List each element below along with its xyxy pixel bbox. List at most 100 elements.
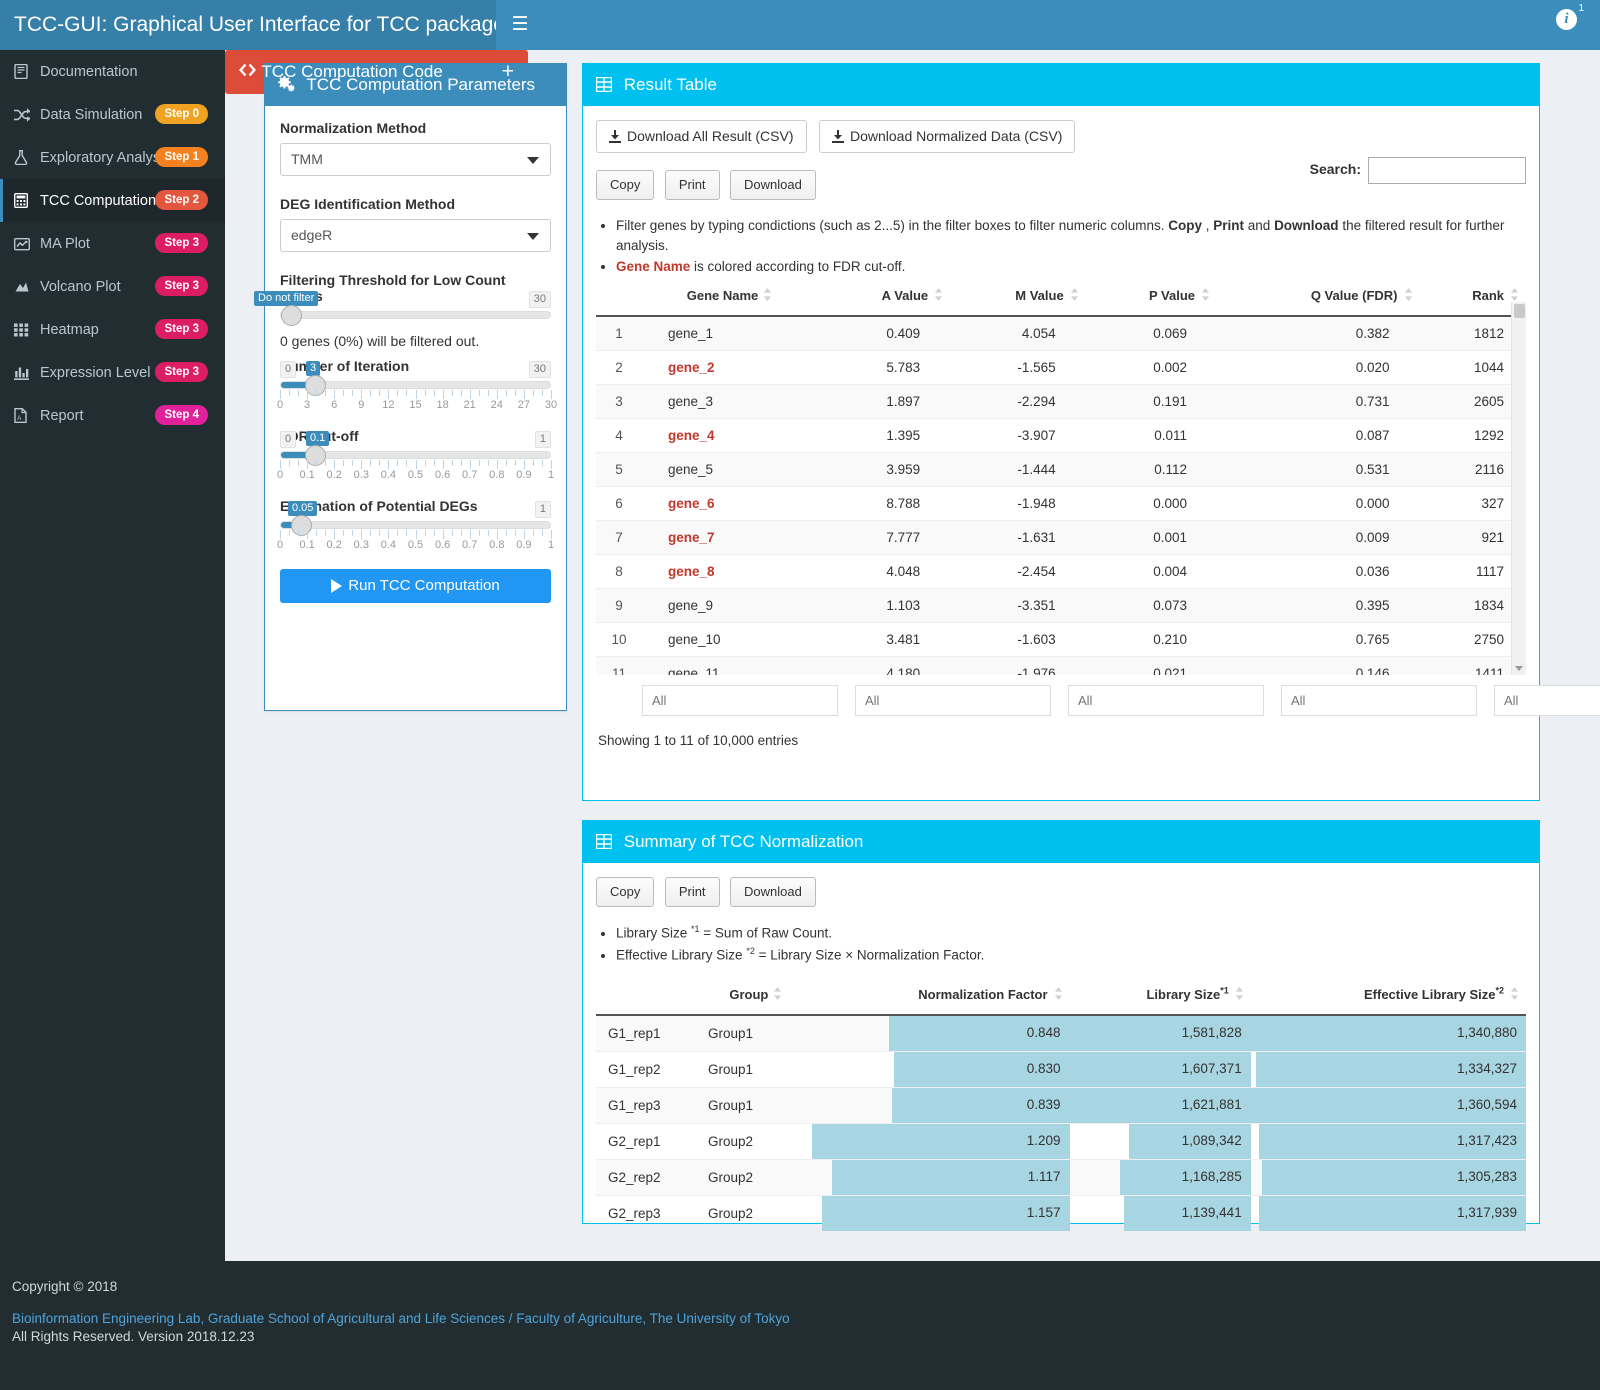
result-table-scrollbar[interactable] <box>1511 302 1526 675</box>
table-row[interactable]: 1gene_10.4094.0540.0690.3821812 <box>596 316 1526 351</box>
sidebar-step-badge: Step 3 <box>155 233 208 253</box>
table-row[interactable]: G2_rep1Group21.2091,089,3421,317,423 <box>596 1123 1526 1159</box>
filter-threshold-handle[interactable] <box>281 305 302 326</box>
sidebar-item-ma-plot[interactable]: MA PlotStep 3 <box>0 222 225 265</box>
download-all-result-button[interactable]: Download All Result (CSV) <box>596 120 807 153</box>
filter-threshold-track[interactable] <box>280 311 551 319</box>
download-button[interactable]: Download <box>730 170 816 200</box>
normalization-method-value: TMM <box>291 151 323 167</box>
sidebar-item-volcano-plot[interactable]: Volcano PlotStep 3 <box>0 265 225 308</box>
run-tcc-computation-button[interactable]: Run TCC Computation <box>280 569 551 603</box>
sidebar-item-exploratory-analysis[interactable]: Exploratory AnalysisStep 1 <box>0 136 225 179</box>
fdr-cutoff-slider[interactable]: 0 0.1 1 00.10.20.30.40.50.60.70.80.91 <box>280 451 551 485</box>
download-normalized-data-button[interactable]: Download Normalized Data (CSV) <box>819 120 1075 153</box>
summary-col-normalization-factor[interactable]: Normalization Factor <box>812 977 1070 1015</box>
result-col-gene-name[interactable]: Gene Name <box>642 279 818 316</box>
row-q-value: 0.000 <box>1217 486 1420 520</box>
tcc-code-header[interactable]: TCC Computation Code + <box>225 50 528 94</box>
result-table-title: Result Table <box>624 75 717 94</box>
row-p-value: 0.191 <box>1086 384 1217 418</box>
scrollbar-thumb[interactable] <box>1514 304 1525 318</box>
summary-copy-button[interactable]: Copy <box>596 877 654 907</box>
search-input[interactable] <box>1368 157 1526 184</box>
column-filter-input-1[interactable] <box>855 685 1051 716</box>
iteration-label: Number of Iteration <box>280 358 551 374</box>
sidebar-item-data-simulation[interactable]: Data SimulationStep 0 <box>0 93 225 136</box>
result-col-a-value[interactable]: A Value <box>818 279 950 316</box>
chevron-down-icon <box>527 233 539 240</box>
result-col-m-value[interactable]: M Value <box>950 279 1086 316</box>
table-row[interactable]: G1_rep3Group10.8391,621,8811,360,594 <box>596 1087 1526 1123</box>
sort-icon[interactable] <box>762 288 773 304</box>
scroll-down-arrow-icon[interactable] <box>1515 666 1523 671</box>
sidebar-toggle-icon[interactable]: ☰ <box>496 0 544 50</box>
filter-threshold-tooltip: Do not filter <box>254 291 318 306</box>
filter-threshold-slider[interactable]: Do not filter 30 <box>280 311 551 319</box>
summary-col-effective-library-size[interactable]: Effective Library Size*2 <box>1251 977 1526 1015</box>
sort-icon[interactable] <box>1508 987 1519 1003</box>
table-row[interactable]: 11gene_114.180-1.9760.0210.1461411 <box>596 656 1526 675</box>
copy-button[interactable]: Copy <box>596 170 654 200</box>
table-row[interactable]: 4gene_41.395-3.9070.0110.0871292 <box>596 418 1526 452</box>
table-row[interactable]: 5gene_53.959-1.4440.1120.5312116 <box>596 452 1526 486</box>
filter-threshold-max: 30 <box>529 291 551 308</box>
sort-icon[interactable] <box>1199 288 1210 304</box>
table-row[interactable]: G1_rep2Group10.8301,607,3711,334,327 <box>596 1051 1526 1087</box>
note-sep1: , <box>1202 218 1213 233</box>
expand-icon[interactable]: + <box>502 50 514 94</box>
table-row[interactable]: 10gene_103.481-1.6030.2100.7652750 <box>596 622 1526 656</box>
sort-icon[interactable] <box>1402 288 1413 304</box>
column-filter-input-0[interactable] <box>642 685 838 716</box>
sort-icon[interactable] <box>1052 987 1063 1003</box>
table-row[interactable]: G1_rep1Group10.8481,581,8281,340,880 <box>596 1015 1526 1051</box>
result-col-p-value[interactable]: P Value <box>1086 279 1217 316</box>
info-badge[interactable]: i 1 <box>1556 9 1580 33</box>
footer-lab-link[interactable]: Bioinformation Engineering Lab, Graduate… <box>12 1311 1600 1326</box>
sidebar-item-documentation[interactable]: Documentation <box>0 50 225 93</box>
row-a-value: 1.395 <box>818 418 950 452</box>
row-sample-id: G1_rep3 <box>596 1087 701 1123</box>
sidebar-item-expression-level[interactable]: Expression LevelStep 3 <box>0 351 225 394</box>
sidebar-item-report[interactable]: AReportStep 4 <box>0 394 225 437</box>
print-button[interactable]: Print <box>665 170 720 200</box>
table-row[interactable]: 6gene_68.788-1.9480.0000.000327 <box>596 486 1526 520</box>
table-row[interactable]: 9gene_91.103-3.3510.0730.3951834 <box>596 588 1526 622</box>
table-row[interactable]: 2gene_25.783-1.5650.0020.0201044 <box>596 350 1526 384</box>
tick-label: 0.4 <box>381 539 396 551</box>
column-filter-input-3[interactable] <box>1281 685 1477 716</box>
row-gene-name: gene_8 <box>642 554 818 588</box>
summary-col-group[interactable]: Group <box>701 977 812 1015</box>
row-m-value: -3.907 <box>950 418 1086 452</box>
tick-label: 15 <box>409 399 421 411</box>
row-group: Group1 <box>701 1087 812 1123</box>
tick-label: 0.9 <box>516 539 531 551</box>
elimination-slider[interactable]: 0.05 1 00.10.20.30.40.50.60.70.80.91 <box>280 521 551 555</box>
sort-icon[interactable] <box>772 987 783 1003</box>
column-filter-input-4[interactable] <box>1494 685 1600 716</box>
table-row[interactable]: G2_rep3Group21.1571,139,4411,317,939 <box>596 1195 1526 1231</box>
result-col-q-value-fdr[interactable]: Q Value (FDR) <box>1217 279 1420 316</box>
table-row[interactable]: G2_rep2Group21.1171,168,2851,305,283 <box>596 1159 1526 1195</box>
row-gene-name: gene_9 <box>642 588 818 622</box>
deg-method-value: edgeR <box>291 227 332 243</box>
row-a-value: 4.180 <box>818 656 950 675</box>
tcc-computation-code-panel[interactable]: TCC Computation Code + <box>225 50 528 94</box>
deg-method-select[interactable]: edgeR <box>280 219 551 252</box>
iteration-track[interactable] <box>280 381 551 389</box>
sort-icon[interactable] <box>932 288 943 304</box>
sort-icon[interactable] <box>1068 288 1079 304</box>
elimination-track[interactable] <box>280 521 551 529</box>
normalization-method-select[interactable]: TMM <box>280 143 551 176</box>
table-row[interactable]: 3gene_31.897-2.2940.1910.7312605 <box>596 384 1526 418</box>
iteration-slider[interactable]: 0 3 30 036912151821242730 <box>280 381 551 415</box>
fdr-track[interactable] <box>280 451 551 459</box>
sidebar-item-heatmap[interactable]: HeatmapStep 3 <box>0 308 225 351</box>
summary-print-button[interactable]: Print <box>665 877 720 907</box>
summary-col-library-size[interactable]: Library Size*1 <box>1070 977 1251 1015</box>
summary-download-button[interactable]: Download <box>730 877 816 907</box>
table-row[interactable]: 8gene_84.048-2.4540.0040.0361117 <box>596 554 1526 588</box>
sort-icon[interactable] <box>1233 987 1244 1003</box>
column-filter-input-2[interactable] <box>1068 685 1264 716</box>
table-row[interactable]: 7gene_77.777-1.6310.0010.009921 <box>596 520 1526 554</box>
sidebar-item-tcc-computation[interactable]: TCC ComputationStep 2 <box>0 179 225 222</box>
